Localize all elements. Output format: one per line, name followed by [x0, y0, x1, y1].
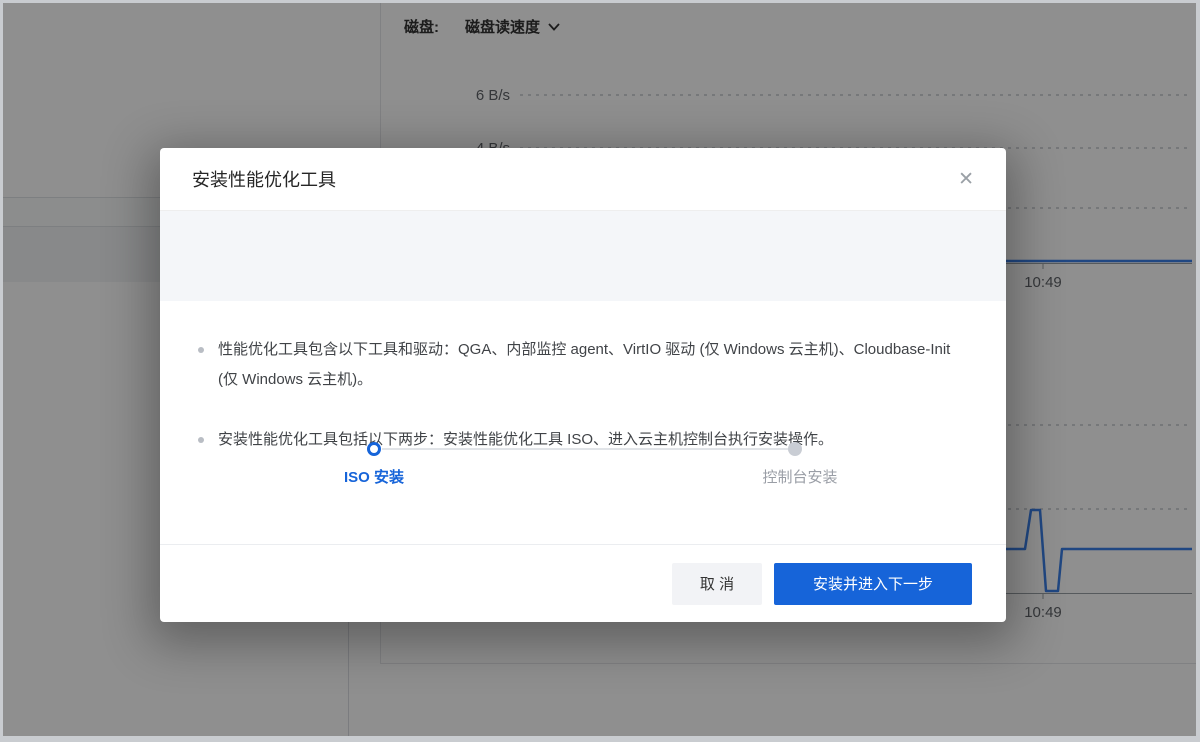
- cancel-button[interactable]: 取 消: [672, 563, 762, 605]
- close-icon[interactable]: ✕: [954, 166, 978, 193]
- dialog-header: 安装性能优化工具 ✕: [160, 148, 1006, 211]
- dialog-body: 性能优化工具包含以下工具和驱动：QGA、内部监控 agent、VirtIO 驱动…: [160, 301, 1006, 544]
- step-label-console: 控制台安装: [762, 466, 837, 487]
- step-label-iso: ISO 安装: [344, 466, 404, 487]
- install-stepper: ISO 安装 控制台安装: [160, 211, 1006, 301]
- install-next-step-button[interactable]: 安装并进入下一步: [774, 563, 972, 605]
- window-frame: [1196, 0, 1200, 742]
- step-dot-console: [788, 442, 802, 456]
- bullet-item: 安装性能优化工具包括以下两步：安装性能优化工具 ISO、进入云主机控制台执行安装…: [196, 425, 958, 455]
- bullet-text: 性能优化工具包含以下工具和驱动：QGA、内部监控 agent、VirtIO 驱动…: [218, 335, 958, 395]
- window-frame: [0, 736, 1200, 742]
- bullet-text: 安装性能优化工具包括以下两步：安装性能优化工具 ISO、进入云主机控制台执行安装…: [218, 425, 833, 455]
- install-tools-dialog: 安装性能优化工具 ✕ ISO 安装 控制台安装 性能优化工具包含以下工具和驱动：…: [160, 148, 1006, 622]
- bullet-icon: [198, 347, 204, 353]
- step-dot-iso: [367, 442, 381, 456]
- stepper-connector: [382, 448, 788, 450]
- window-frame: [0, 0, 3, 742]
- bullet-item: 性能优化工具包含以下工具和驱动：QGA、内部监控 agent、VirtIO 驱动…: [196, 335, 958, 395]
- dialog-footer: 取 消 安装并进入下一步: [160, 544, 1006, 622]
- bullet-icon: [198, 437, 204, 443]
- dialog-title: 安装性能优化工具: [192, 166, 954, 192]
- window-frame: [0, 0, 1200, 3]
